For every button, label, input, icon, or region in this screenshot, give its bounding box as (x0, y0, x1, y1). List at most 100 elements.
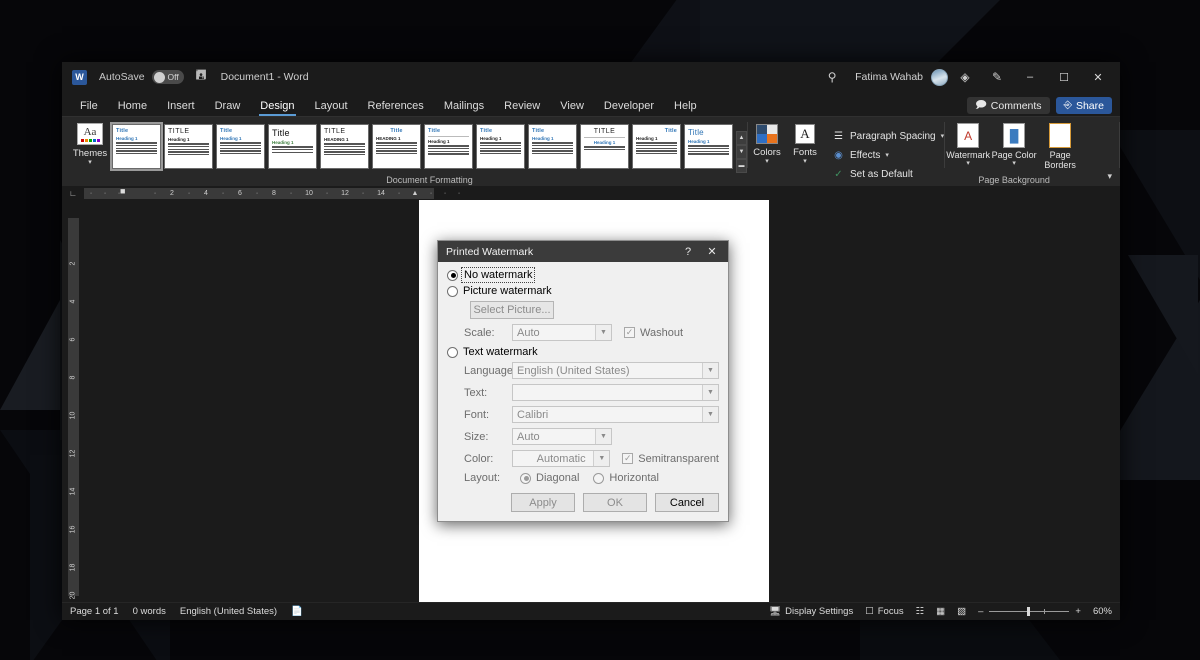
style-gallery[interactable]: Title Heading 1 TITLE Heading 1 Title He… (112, 117, 747, 173)
save-icon[interactable]: 🖪 (196, 66, 207, 88)
share-button[interactable]: ⎆ Share (1056, 97, 1112, 114)
zoom-in-button[interactable]: + (1075, 606, 1081, 617)
tab-mailings[interactable]: Mailings (434, 100, 494, 116)
text-watermark-radio[interactable] (447, 347, 458, 358)
style-thumbnail[interactable]: Title Heading 1 (632, 124, 681, 169)
gallery-scroll[interactable]: ▲ ▼ ▬ (736, 131, 747, 173)
washout-checkbox-row[interactable]: ✓ Washout (624, 327, 683, 339)
picture-watermark-option[interactable]: Picture watermark (447, 285, 719, 297)
avatar[interactable] (931, 69, 948, 86)
read-mode-icon[interactable]: ☷ (916, 606, 925, 617)
close-icon[interactable]: ✕ (700, 241, 724, 262)
fonts-button[interactable]: A Fonts ▾ (786, 117, 824, 186)
style-thumbnail[interactable]: Title Heading 1 (528, 124, 577, 169)
tab-draw[interactable]: Draw (205, 100, 251, 116)
picture-watermark-radio[interactable] (447, 286, 458, 297)
tab-stop-icon[interactable]: ∟ (62, 189, 84, 198)
chevron-down-icon[interactable]: ▾ (765, 158, 769, 166)
scale-combobox[interactable]: Auto ▼ (512, 324, 612, 341)
size-combobox[interactable]: Auto ▼ (512, 428, 612, 445)
zoom-out-button[interactable]: – (978, 606, 983, 617)
zoom-slider[interactable]: – + (978, 606, 1081, 617)
search-icon[interactable]: ⚲ (817, 64, 847, 90)
tab-file[interactable]: File (70, 100, 108, 116)
tab-design[interactable]: Design (250, 100, 304, 116)
collapse-ribbon-button[interactable]: ▾ (1107, 171, 1112, 182)
apply-button[interactable]: Apply (511, 493, 575, 512)
text-combobox[interactable]: ▼ (512, 384, 719, 401)
tab-home[interactable]: Home (108, 100, 157, 116)
gallery-more-icon[interactable]: ▬ (736, 159, 747, 173)
no-watermark-radio[interactable] (447, 270, 458, 281)
washout-checkbox[interactable]: ✓ (624, 327, 635, 338)
chevron-down-icon[interactable]: ▾ (1012, 160, 1016, 168)
text-watermark-option[interactable]: Text watermark (447, 346, 719, 358)
tab-review[interactable]: Review (494, 100, 550, 116)
color-combobox[interactable]: Automatic ▼ (512, 450, 610, 467)
diagonal-radio[interactable] (520, 473, 531, 484)
style-thumbnail[interactable]: Title Heading 1 (268, 124, 317, 169)
chevron-down-icon[interactable]: ▾ (88, 159, 92, 167)
pen-icon[interactable]: ✎ (982, 64, 1012, 90)
tab-developer[interactable]: Developer (594, 100, 664, 116)
colors-button[interactable]: Colors ▾ (748, 117, 786, 186)
vertical-ruler[interactable]: 2 4 6 8 10 12 14 16 18 20 (62, 200, 84, 602)
effects-button[interactable]: ◉ Effects ▾ (832, 150, 944, 162)
tab-layout[interactable]: Layout (305, 100, 358, 116)
account-name[interactable]: Fatima Wahab (849, 71, 929, 83)
horizontal-radio[interactable] (593, 473, 604, 484)
web-layout-icon[interactable]: ▧ (957, 606, 966, 617)
indent-marker[interactable]: ■ (120, 186, 125, 196)
tab-insert[interactable]: Insert (157, 100, 205, 116)
style-thumbnail[interactable]: Title Heading 1 (424, 124, 473, 169)
chevron-down-icon[interactable]: ▼ (702, 407, 718, 422)
semitransparent-checkbox[interactable]: ✓ (622, 453, 633, 464)
diagonal-option[interactable]: Diagonal (520, 472, 579, 484)
style-thumbnail[interactable]: Title Heading 1 (476, 124, 525, 169)
tab-references[interactable]: References (358, 100, 434, 116)
select-picture-button[interactable]: Select Picture... (470, 301, 554, 319)
word-count[interactable]: 0 words (133, 606, 166, 617)
chevron-down-icon[interactable]: ▾ (803, 158, 807, 166)
chevron-down-icon[interactable]: ▼ (595, 325, 611, 340)
focus-button[interactable]: ☐ Focus (865, 606, 903, 617)
horizontal-ruler-track[interactable]: ··· · 2 · 4 · 6 · 8 · 10 · 12 · 14 · (84, 188, 790, 199)
style-thumbnail[interactable]: TITLE Heading 1 (580, 124, 629, 169)
style-thumbnail[interactable]: TITLE HEADING 1 (320, 124, 369, 169)
no-watermark-option[interactable]: No watermark (447, 269, 719, 281)
page-count[interactable]: Page 1 of 1 (70, 606, 119, 617)
chevron-down-icon[interactable]: ▾ (966, 160, 970, 168)
tab-help[interactable]: Help (664, 100, 707, 116)
font-combobox[interactable]: Calibri ▼ (512, 406, 719, 423)
help-icon[interactable]: ? (676, 241, 700, 262)
display-settings-button[interactable]: 🖥 Display Settings (769, 606, 853, 617)
style-thumbnail[interactable]: Title Heading 1 (216, 124, 265, 169)
maximize-button[interactable]: ☐ (1048, 64, 1080, 90)
paragraph-spacing-button[interactable]: ☰ Paragraph Spacing ▾ (832, 131, 944, 143)
chevron-down-icon[interactable]: ▼ (593, 451, 609, 466)
language-status[interactable]: English (United States) (180, 606, 277, 617)
chevron-down-icon[interactable]: ▾ (885, 152, 889, 160)
tab-view[interactable]: View (550, 100, 594, 116)
chevron-down-icon[interactable]: ▼ (702, 363, 718, 378)
style-thumbnail[interactable]: Title Heading 1 (112, 124, 161, 169)
proofing-icon[interactable]: 📄 (291, 606, 303, 617)
themes-button[interactable]: Aa Themes ▾ (68, 117, 112, 167)
chevron-down-icon[interactable]: ▼ (595, 429, 611, 444)
diamond-icon[interactable]: ◈ (950, 64, 980, 90)
cancel-button[interactable]: Cancel (655, 493, 719, 512)
language-combobox[interactable]: English (United States) ▼ (512, 362, 719, 379)
zoom-level[interactable]: 60% (1093, 606, 1112, 617)
comments-button[interactable]: 🗩 Comments (967, 97, 1049, 114)
gallery-scroll-up-icon[interactable]: ▲ (736, 131, 747, 145)
print-layout-icon[interactable]: ▦ (936, 606, 945, 617)
chevron-down-icon[interactable]: ▼ (702, 385, 718, 400)
style-thumbnail[interactable]: Title Heading 1 (684, 124, 733, 169)
style-thumbnail[interactable]: Title HEADING 1 (372, 124, 421, 169)
horizontal-ruler[interactable]: ∟ ··· · 2 · 4 · 6 · 8 · 10 · 12 (62, 186, 1120, 200)
close-button[interactable]: ✕ (1082, 64, 1114, 90)
gallery-scroll-down-icon[interactable]: ▼ (736, 145, 747, 159)
chevron-down-icon[interactable]: ▾ (941, 133, 945, 141)
semitransparent-checkbox-row[interactable]: ✓ Semitransparent (622, 453, 719, 465)
style-thumbnail[interactable]: TITLE Heading 1 (164, 124, 213, 169)
